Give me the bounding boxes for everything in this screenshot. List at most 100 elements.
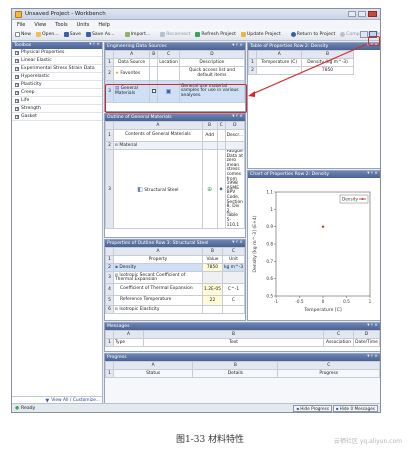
cell[interactable]: ▪ Density [113,263,203,272]
edit-checkbox[interactable] [151,88,156,93]
close-icon[interactable] [368,11,377,17]
return-to-project-button[interactable]: Return to Project [290,32,335,37]
open-button[interactable]: Open... [36,32,59,37]
engineering-data-sources-panel: Engineering Data Sources ▾ ♯ × ABCD 1 Data… [104,42,246,112]
menu-file[interactable]: File [17,22,25,28]
filter-toggle-icon[interactable] [360,31,368,38]
update-project-button[interactable]: Update Project [240,32,281,37]
property-name: Coefficient of Thermal Expansion [120,286,193,292]
favorite-icon[interactable]: ◆ [219,187,222,192]
panel-controls-icon[interactable]: ▾ ♯ × [89,42,100,47]
panel-controls-icon[interactable]: ▾ ♯ × [367,171,378,176]
refresh-icon [195,32,201,37]
property-value[interactable]: 22 [202,295,223,306]
hide-progress-label: Hide Progress [300,406,329,411]
column-header [105,121,114,130]
data-source-name: Favorites [120,71,141,76]
property-unit[interactable]: C [221,295,245,306]
y-tick-label: 0.5 [266,294,273,299]
panel-controls-icon[interactable]: ▾ ♯ × [367,354,378,359]
column-header: A [113,247,203,256]
collapse-icon[interactable]: ⊟ [115,143,118,147]
minimize-icon[interactable] [348,11,356,17]
table-row-selected[interactable]: 3 ▤ General Materials ▣ General use materia… [105,80,245,103]
save-button[interactable]: Save [63,32,81,37]
table-row[interactable]: 3 ◧ Structural Steel ⊕ ◆ Fatigue Data at zer… [105,148,245,230]
expand-icon[interactable]: + [15,82,19,87]
expand-icon[interactable]: + [15,58,19,63]
table-row[interactable]: 5 Reference Temperature 22 C [105,295,245,306]
messages-table: ABCD 1 Type Text Association Date/Time [105,330,380,347]
toolbox-item-hyperelastic[interactable]: + Hyperelastic [12,73,102,81]
expand-icon[interactable]: + [15,114,19,119]
table-row[interactable]: 3 ⊟ Isotropic Secant Coefficient of Therm… [105,271,245,284]
data-sources-title: Engineering Data Sources [107,44,167,49]
table-row-selected[interactable]: 2 ▪ Density 7850 kg m^-3 [105,263,245,272]
menu-units[interactable]: Units [77,22,90,28]
hide-messages-button[interactable]: ▪ Hide 0 Messages [332,405,378,412]
property-value[interactable]: 1.2E-05 [202,283,223,296]
new-icon [15,32,20,37]
cell[interactable]: ⊟ Isotropic Secant Coefficient of Therma… [113,271,203,284]
cell[interactable]: ▤ General Materials [112,80,151,103]
panel-controls-icon[interactable]: ▾ ♯ × [232,114,243,119]
cell[interactable]: ★ Favorites [112,66,151,81]
outline-general-materials-panel: Outline of General Materials ▾ ♯ × ABCD 1… [104,113,246,238]
add-plus-icon[interactable]: ⊕ [207,186,212,193]
data-point [321,225,325,228]
toolbox-item-strength[interactable]: + Strength [12,105,102,113]
panel-controls-icon[interactable]: ▾ ♯ × [367,323,378,328]
expand-icon[interactable]: + [15,98,19,103]
panel-controls-icon[interactable]: ▾ ♯ × [232,240,243,245]
toolbox-item-plasticity[interactable]: + Plasticity [12,81,102,89]
menu-view[interactable]: View [34,22,46,28]
toolbox-item-creep[interactable]: + Creep [12,89,102,97]
toolbox-item-physical-properties[interactable]: + Physical Properties [12,49,102,57]
table-row[interactable]: 4 Coefficient of Thermal Expansion 1.2E-05… [105,283,245,296]
cell[interactable]: Reference Temperature [113,295,203,306]
toolbox-item-life[interactable]: + Life [12,97,102,105]
expand-icon[interactable]: + [15,66,19,71]
hide-progress-button[interactable]: ▪ Hide Progress [293,405,332,412]
cell[interactable]: Coefficient of Thermal Expansion [113,283,203,296]
expand-icon[interactable]: + [15,90,19,95]
expand-icon[interactable]: + [15,106,19,111]
table-row[interactable]: 2 ★ Favorites Quick access list and defaul… [105,66,245,81]
cell: Text [143,338,324,347]
cell[interactable]: ◧ Structural Steel [113,148,203,230]
column-header [105,361,114,370]
toolbox-item-linear-elastic[interactable]: + Linear Elastic [12,57,102,65]
new-button[interactable]: New [15,32,31,37]
refresh-project-button[interactable]: Refresh Project [195,32,236,37]
menu-help[interactable]: Help [98,22,109,28]
density-cell[interactable]: 7850 [301,66,354,75]
menu-tools[interactable]: Tools [55,22,67,28]
table-row[interactable]: 2 7850 [248,66,354,75]
import-button[interactable]: Import... [124,32,150,37]
y-tick-label: 0.9 [266,224,273,229]
property-unit[interactable]: kg m^-3 [221,263,245,272]
property-value[interactable]: 7850 [202,263,223,272]
toolbox-item-experimental-stress-strain[interactable]: + Experimental Stress Strain Data [12,65,102,73]
cell[interactable] [149,80,159,103]
table-row: 1 Status Details Progress [105,369,380,378]
cell[interactable]: ⊟ Isotropic Elasticity [113,305,203,314]
property-unit[interactable]: C^-1 [221,283,245,296]
temperature-cell[interactable] [255,66,303,75]
collapse-icon[interactable]: ⊟ [115,273,118,277]
panel-controls-icon[interactable]: ▾ ♯ × [367,43,378,48]
reconnect-button[interactable]: Reconnect [160,32,190,37]
panel-controls-icon[interactable]: ▾ ♯ × [232,43,243,48]
expand-icon[interactable]: + [15,50,19,55]
collapse-icon[interactable]: ⊟ [115,307,118,311]
data-view-toggle-icon[interactable] [369,31,377,38]
table-row[interactable]: 6 ⊟ Isotropic Elasticity [105,305,245,314]
save-as-button[interactable]: Save As... [85,32,115,37]
column-header [105,330,114,339]
cell[interactable]: ⊕ [201,148,218,230]
maximize-icon[interactable] [358,11,366,17]
status-bar: ● Ready ▪ Hide Progress ▪ Hide 0 Messages [12,403,380,412]
y-axis-label: Density [kg m^-3] (E+4) [252,215,258,272]
expand-icon[interactable]: + [15,74,19,79]
toolbox-item-gasket[interactable]: + Gasket [12,113,102,121]
